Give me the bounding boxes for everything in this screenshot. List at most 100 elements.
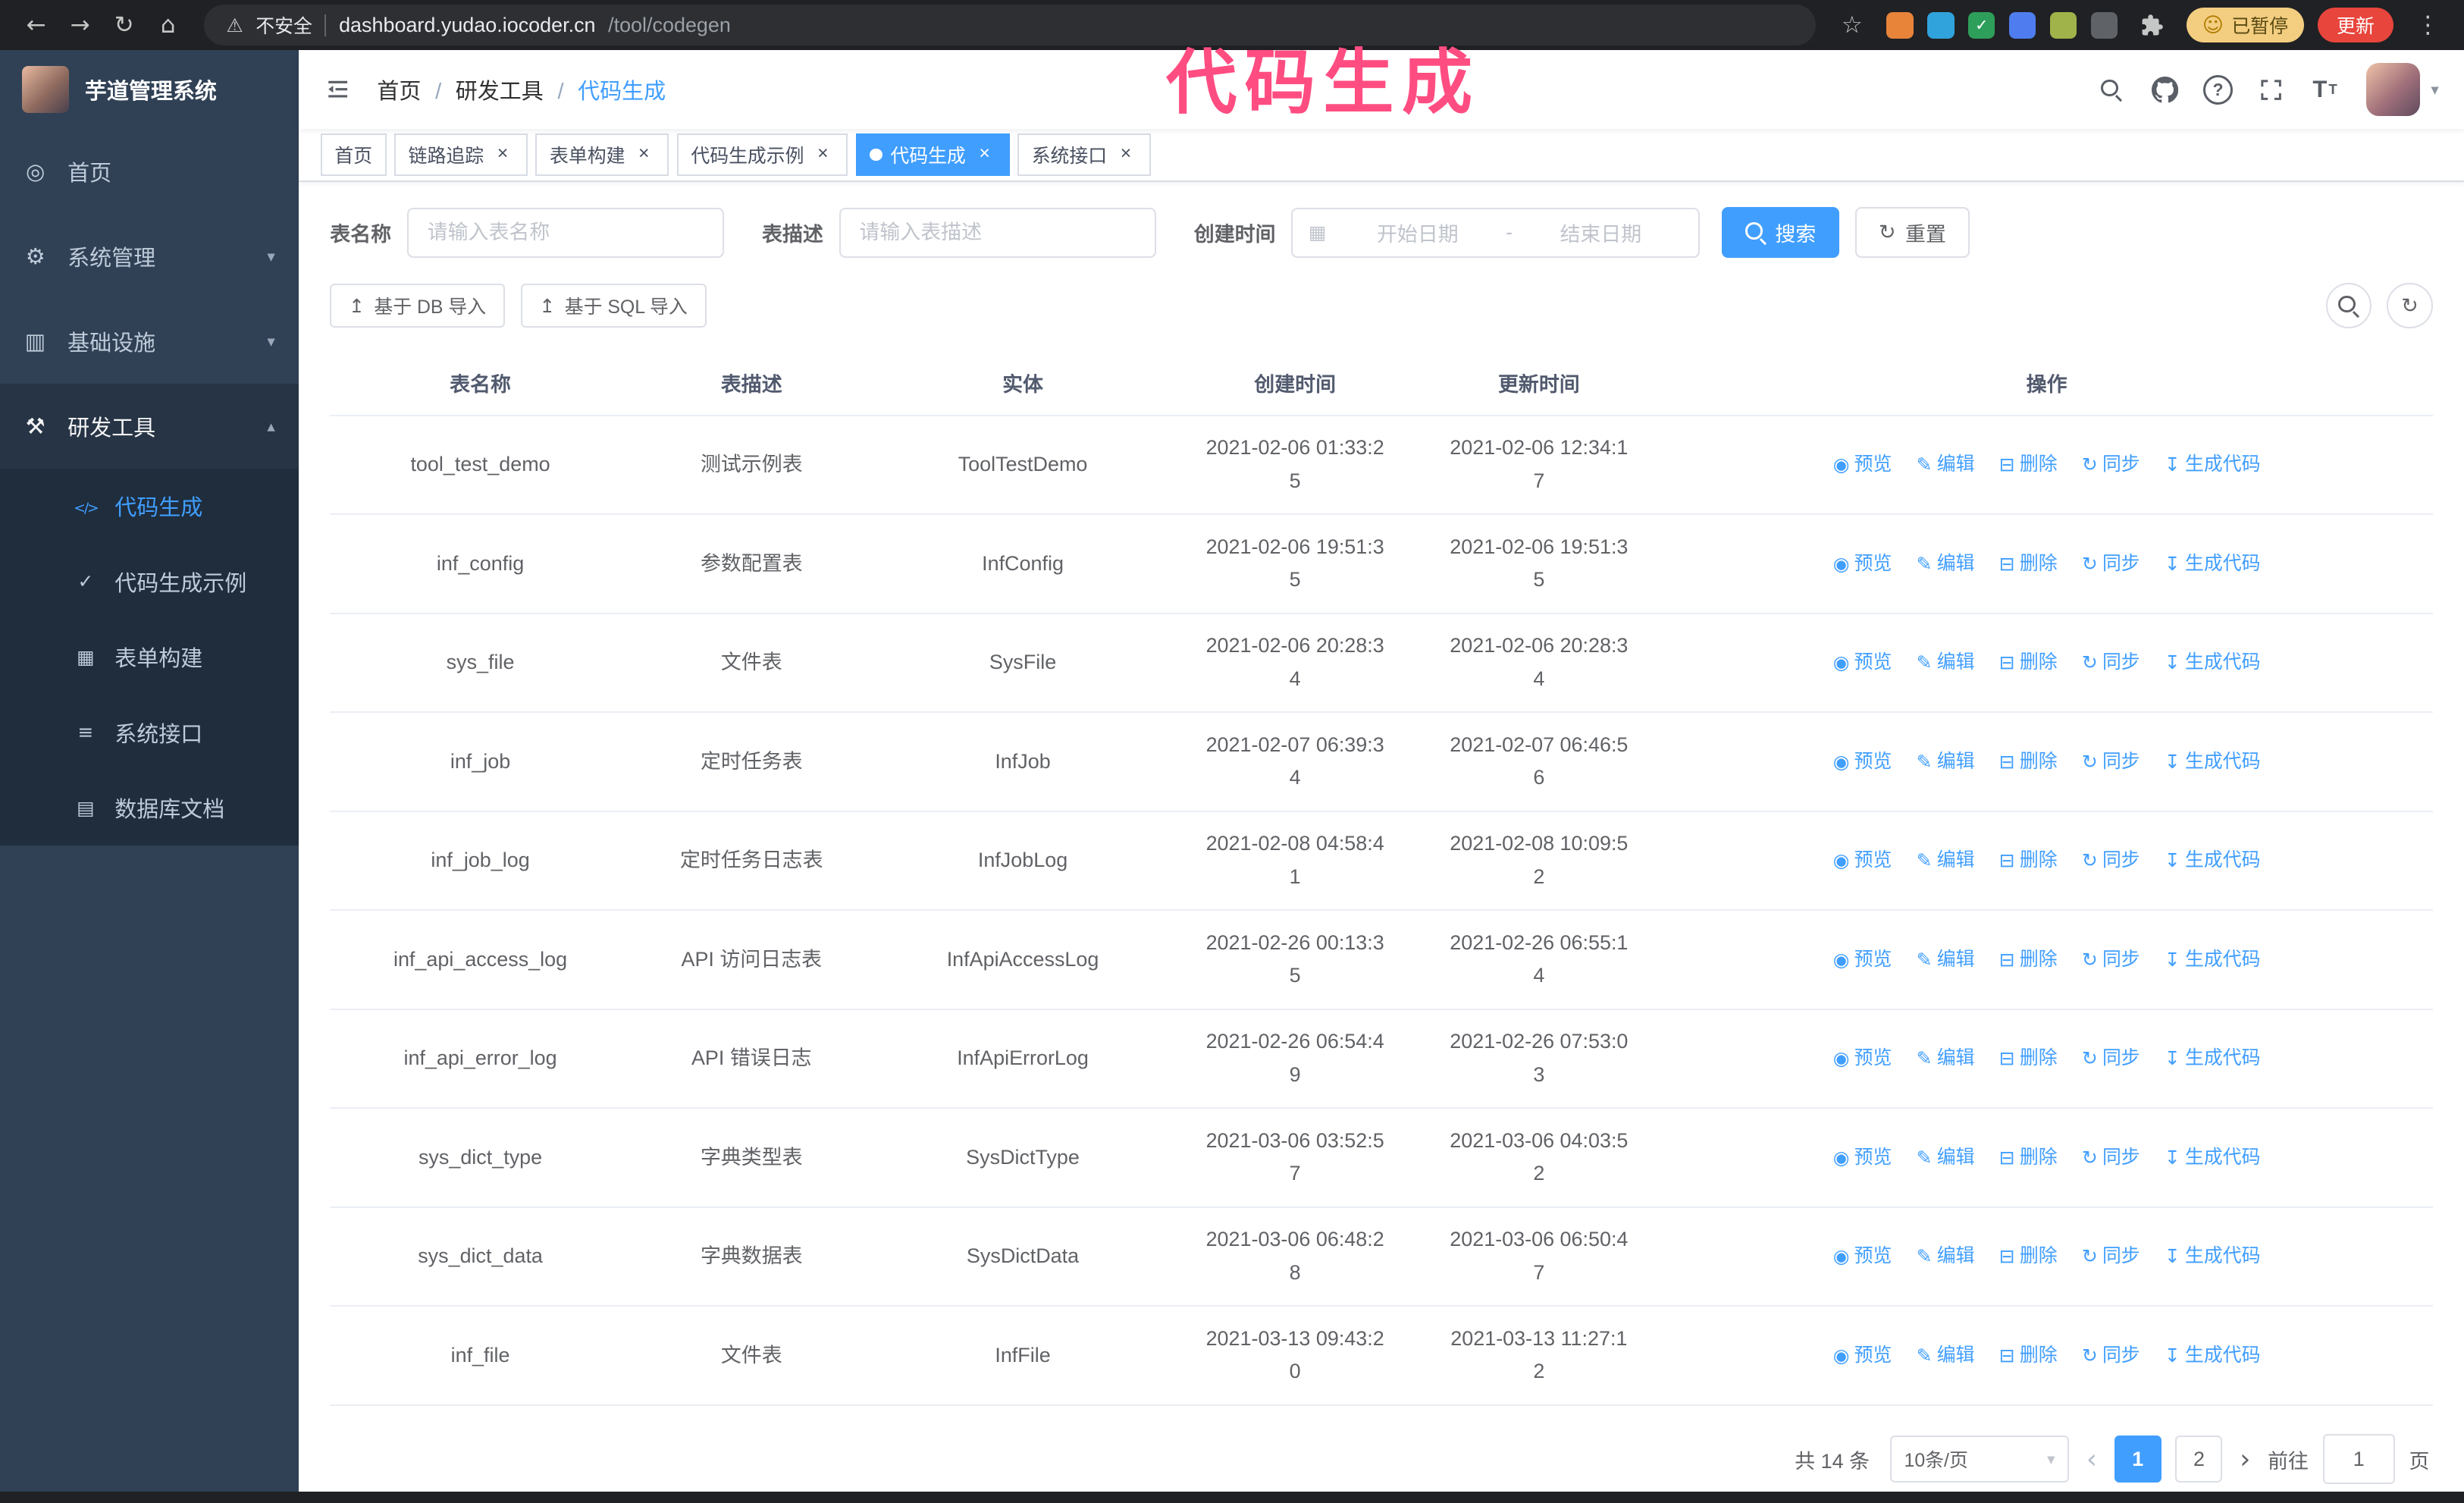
- page-tab[interactable]: 代码生成: [855, 133, 1010, 177]
- address-bar[interactable]: 不安全 dashboard.yudao.iocoder.cn/tool/code…: [204, 5, 1817, 46]
- browser-menu-icon[interactable]: [2407, 5, 2448, 45]
- sidebar-submenu-item[interactable]: 数据库文档: [0, 770, 299, 846]
- import-sql-button[interactable]: 基于 SQL 导入: [520, 283, 707, 328]
- github-icon[interactable]: [2143, 68, 2186, 111]
- row-action-link[interactable]: 同步: [2082, 1141, 2140, 1175]
- row-action-link[interactable]: 生成代码: [2165, 1141, 2260, 1175]
- date-range-picker[interactable]: 开始日期 - 结束日期: [1291, 207, 1700, 258]
- row-action-link[interactable]: 预览: [1833, 448, 1892, 482]
- row-action-link[interactable]: 生成代码: [2165, 1042, 2260, 1075]
- page-size-select[interactable]: 10条/页: [1889, 1436, 2070, 1483]
- search-button[interactable]: 搜索: [1722, 207, 1840, 258]
- page-tab[interactable]: 首页: [320, 133, 387, 177]
- page-number-button[interactable]: 2: [2175, 1436, 2223, 1483]
- row-action-link[interactable]: 预览: [1833, 1141, 1892, 1175]
- row-action-link[interactable]: 同步: [2082, 943, 2140, 977]
- row-action-link[interactable]: 编辑: [1917, 844, 1975, 877]
- sidebar-submenu-item[interactable]: 表单构建: [0, 620, 299, 695]
- toggle-search-button[interactable]: [2325, 282, 2372, 329]
- extension-icon[interactable]: ✓: [1968, 11, 1995, 39]
- row-action-link[interactable]: 生成代码: [2165, 745, 2260, 779]
- row-action-link[interactable]: 生成代码: [2165, 1339, 2260, 1373]
- row-action-link[interactable]: 同步: [2082, 448, 2140, 482]
- date-start-placeholder[interactable]: 开始日期: [1336, 218, 1500, 247]
- row-action-link[interactable]: 预览: [1833, 1240, 1892, 1273]
- row-action-link[interactable]: 预览: [1833, 548, 1892, 581]
- row-action-link[interactable]: 同步: [2082, 844, 2140, 877]
- chevron-down-icon[interactable]: [2431, 80, 2438, 99]
- sidebar-menu-item[interactable]: 首页: [0, 129, 299, 214]
- sidebar-menu-item[interactable]: 研发工具: [0, 383, 299, 469]
- row-action-link[interactable]: 同步: [2082, 745, 2140, 779]
- sidebar-submenu-item[interactable]: 系统接口: [0, 695, 299, 770]
- row-action-link[interactable]: 删除: [1999, 943, 2058, 977]
- row-action-link[interactable]: 编辑: [1917, 1141, 1975, 1175]
- row-action-link[interactable]: 生成代码: [2165, 943, 2260, 977]
- app-logo[interactable]: 芋道管理系统: [0, 50, 299, 129]
- date-end-placeholder[interactable]: 结束日期: [1519, 218, 1682, 247]
- breadcrumb-item[interactable]: 代码生成: [544, 74, 666, 105]
- import-db-button[interactable]: 基于 DB 导入: [330, 283, 505, 328]
- row-action-link[interactable]: 生成代码: [2165, 448, 2260, 482]
- paused-badge[interactable]: 已暂停: [2187, 8, 2304, 42]
- page-number-button[interactable]: 1: [2114, 1436, 2161, 1483]
- page-tab[interactable]: 系统接口: [1017, 133, 1152, 177]
- close-icon[interactable]: [812, 144, 834, 166]
- next-page-button[interactable]: [2237, 1444, 2253, 1475]
- home-icon[interactable]: [148, 5, 189, 45]
- row-action-link[interactable]: 删除: [1999, 646, 2058, 679]
- prev-page-button[interactable]: [2083, 1444, 2100, 1475]
- fullscreen-icon[interactable]: [2250, 68, 2293, 111]
- url-host[interactable]: dashboard.yudao.iocoder.cn: [339, 14, 595, 37]
- table-desc-input[interactable]: [839, 207, 1157, 258]
- close-icon[interactable]: [491, 144, 513, 166]
- row-action-link[interactable]: 编辑: [1917, 1042, 1975, 1075]
- row-action-link[interactable]: 编辑: [1917, 1240, 1975, 1273]
- row-action-link[interactable]: 编辑: [1917, 1339, 1975, 1373]
- row-action-link[interactable]: 预览: [1833, 1042, 1892, 1075]
- extensions-puzzle-icon[interactable]: [2132, 5, 2173, 45]
- row-action-link[interactable]: 同步: [2082, 1042, 2140, 1075]
- row-action-link[interactable]: 删除: [1999, 1339, 2058, 1373]
- back-icon[interactable]: [16, 5, 57, 45]
- row-action-link[interactable]: 编辑: [1917, 448, 1975, 482]
- font-size-icon[interactable]: [2304, 68, 2346, 111]
- goto-page-input[interactable]: [2322, 1433, 2395, 1485]
- sidebar-submenu-item[interactable]: 代码生成: [0, 469, 299, 544]
- sidebar-menu-item[interactable]: 基础设施: [0, 299, 299, 384]
- extension-icon[interactable]: [2009, 11, 2036, 39]
- row-action-link[interactable]: 编辑: [1917, 745, 1975, 779]
- row-action-link[interactable]: 同步: [2082, 646, 2140, 679]
- row-action-link[interactable]: 编辑: [1917, 943, 1975, 977]
- sidebar-submenu-item[interactable]: 代码生成示例: [0, 544, 299, 619]
- row-action-link[interactable]: 生成代码: [2165, 1240, 2260, 1273]
- row-action-link[interactable]: 删除: [1999, 1042, 2058, 1075]
- help-icon[interactable]: [2197, 68, 2240, 111]
- row-action-link[interactable]: 预览: [1833, 745, 1892, 779]
- page-tab[interactable]: 表单构建: [535, 133, 669, 177]
- row-action-link[interactable]: 同步: [2082, 548, 2140, 581]
- row-action-link[interactable]: 编辑: [1917, 646, 1975, 679]
- row-action-link[interactable]: 删除: [1999, 448, 2058, 482]
- breadcrumb-item[interactable]: 首页: [377, 74, 421, 105]
- breadcrumb-item[interactable]: 研发工具: [421, 74, 544, 105]
- sidebar-toggle-icon[interactable]: [324, 75, 352, 103]
- table-name-input[interactable]: [406, 207, 725, 258]
- row-action-link[interactable]: 同步: [2082, 1240, 2140, 1273]
- user-avatar[interactable]: [2366, 62, 2420, 117]
- row-action-link[interactable]: 生成代码: [2165, 844, 2260, 877]
- row-action-link[interactable]: 预览: [1833, 943, 1892, 977]
- row-action-link[interactable]: 生成代码: [2165, 646, 2260, 679]
- reset-button[interactable]: 重置: [1855, 207, 1970, 258]
- row-action-link[interactable]: 编辑: [1917, 548, 1975, 581]
- reload-icon[interactable]: [104, 5, 145, 45]
- extension-icon[interactable]: [2049, 11, 2077, 39]
- refresh-table-button[interactable]: [2387, 282, 2433, 329]
- update-button[interactable]: 更新: [2318, 8, 2393, 42]
- row-action-link[interactable]: 同步: [2082, 1339, 2140, 1373]
- row-action-link[interactable]: 预览: [1833, 1339, 1892, 1373]
- extension-icon[interactable]: [2090, 11, 2118, 39]
- row-action-link[interactable]: 删除: [1999, 844, 2058, 877]
- row-action-link[interactable]: 预览: [1833, 844, 1892, 877]
- sidebar-menu-item[interactable]: 系统管理: [0, 214, 299, 299]
